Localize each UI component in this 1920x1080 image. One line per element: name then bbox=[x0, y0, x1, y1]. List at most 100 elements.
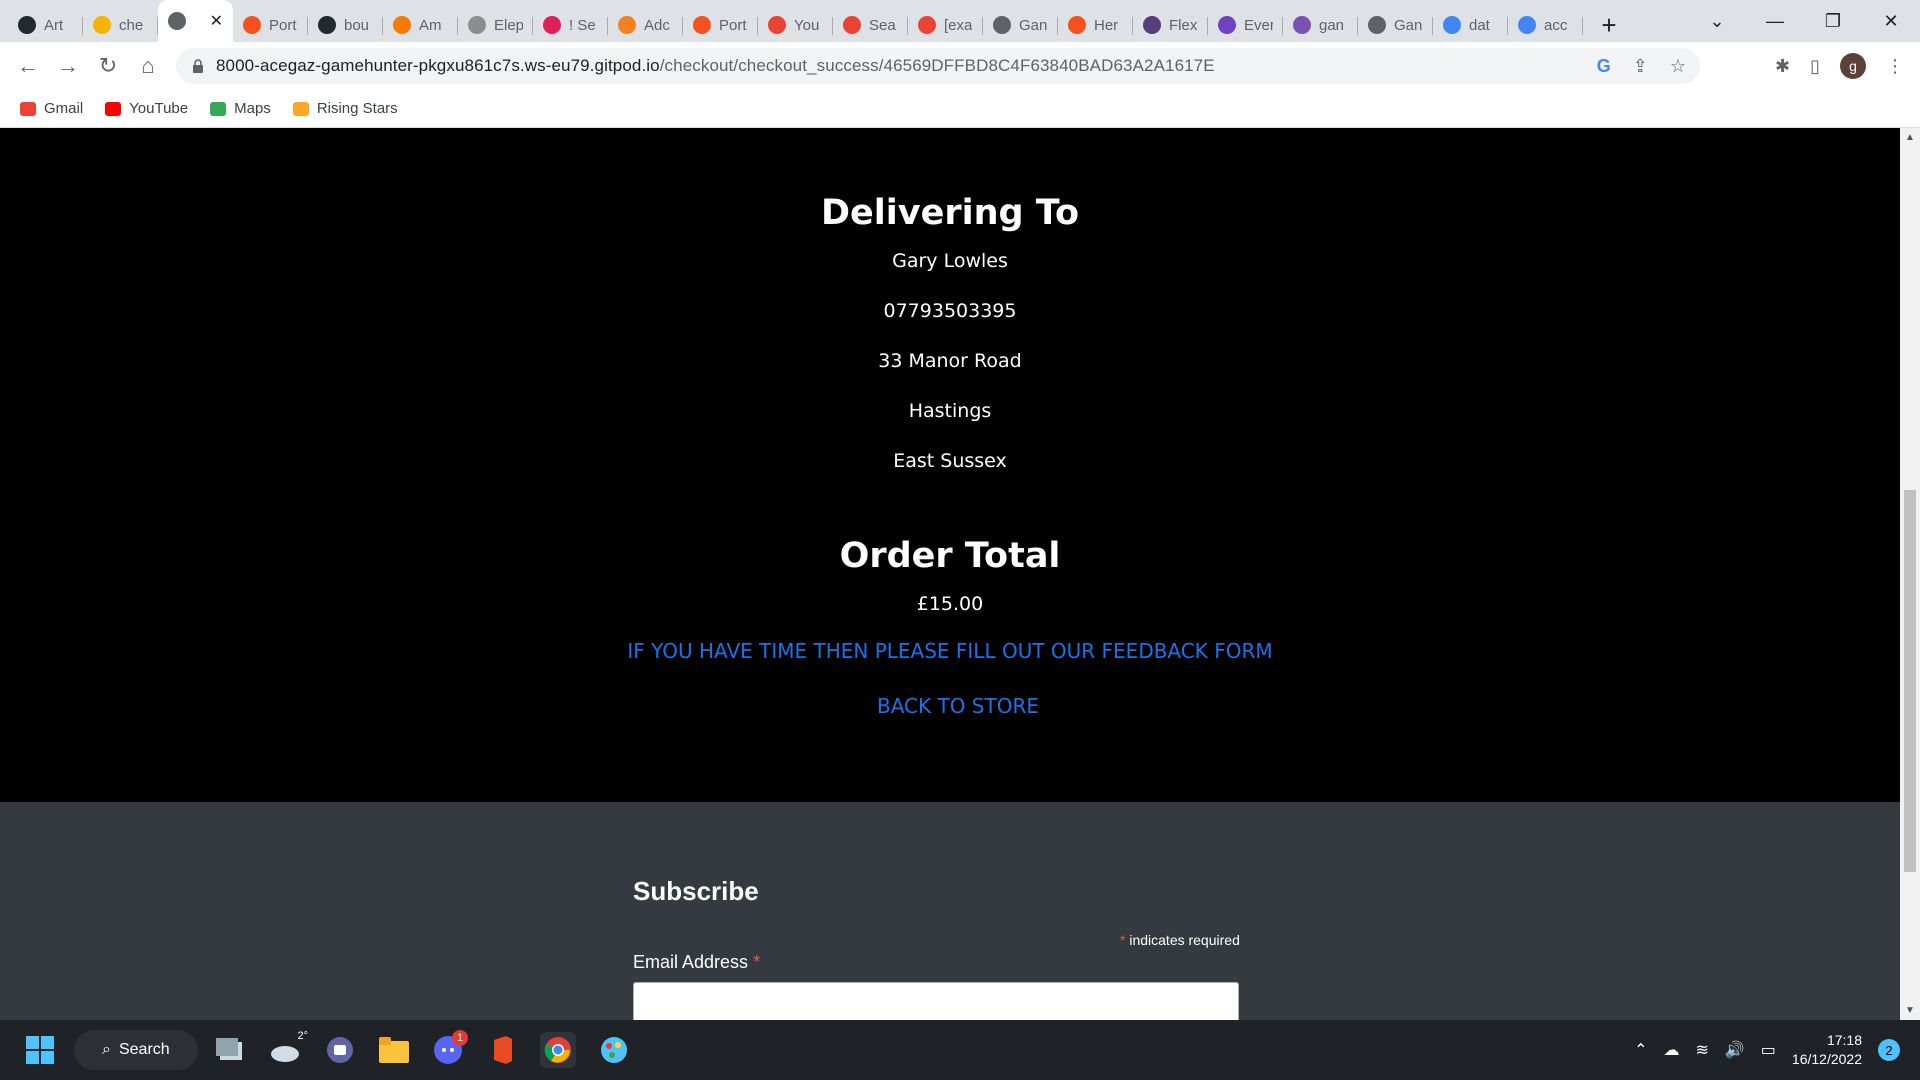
browser-tab[interactable]: bou bbox=[308, 8, 383, 42]
circle-icon bbox=[1068, 16, 1086, 34]
system-tray: ⌃ ☁ ≋ 🔊 ▭ 17:18 16/12/2022 2 bbox=[1634, 1020, 1900, 1080]
tab-title: ! Se bbox=[569, 16, 596, 34]
browser-tab[interactable]: [exa bbox=[908, 8, 983, 42]
circle-icon bbox=[243, 16, 261, 34]
google-translate-icon[interactable]: G bbox=[1597, 56, 1611, 77]
share-icon[interactable]: ⇪ bbox=[1633, 56, 1648, 77]
paint-icon[interactable] bbox=[596, 1032, 632, 1068]
bookmark-label: YouTube bbox=[129, 100, 189, 117]
back-icon[interactable]: ← bbox=[8, 53, 48, 79]
browser-tab[interactable]: acc bbox=[1508, 8, 1583, 42]
forward-icon[interactable]: → bbox=[48, 53, 88, 79]
browser-tab[interactable]: Sea bbox=[833, 8, 908, 42]
tab-title: Ever bbox=[1244, 16, 1273, 34]
new-tab-button[interactable]: + bbox=[1589, 8, 1629, 42]
url-text[interactable]: 8000-acegaz-gamehunter-pkgxu861c7s.ws-eu… bbox=[216, 56, 1215, 76]
scrollbar-thumb[interactable] bbox=[1904, 490, 1916, 872]
notification-badge[interactable]: 2 bbox=[1878, 1039, 1900, 1061]
h-icon bbox=[1293, 16, 1311, 34]
browser-tab[interactable]: Port bbox=[683, 8, 758, 42]
browser-tab[interactable]: Adc bbox=[608, 8, 683, 42]
browser-tab[interactable]: ! Se bbox=[533, 8, 608, 42]
bookmark-item[interactable]: Rising Stars bbox=[292, 100, 398, 117]
wifi-icon[interactable]: ≋ bbox=[1695, 1040, 1708, 1060]
extensions-icon[interactable]: ✱ bbox=[1775, 56, 1790, 77]
restore-button[interactable]: ❐ bbox=[1804, 11, 1862, 32]
bookmark-label: Maps bbox=[234, 100, 271, 117]
windows-start-icon[interactable] bbox=[22, 1032, 58, 1068]
tab-list: Art che ✕ Port bou Am Elep ! Se Adc Port You Sea [ex… bbox=[0, 0, 1583, 42]
email-input[interactable] bbox=[633, 982, 1239, 1020]
browser-tab[interactable]: ✕ bbox=[158, 0, 233, 42]
browser-tab[interactable]: Elep bbox=[458, 8, 533, 42]
tab-title: bou bbox=[344, 16, 370, 34]
teams-chat-icon[interactable] bbox=[322, 1032, 358, 1068]
close-window-button[interactable]: ✕ bbox=[1862, 11, 1920, 32]
globe-icon bbox=[168, 12, 186, 30]
email-label: Email Address * bbox=[633, 952, 760, 973]
browser-tab[interactable]: You bbox=[758, 8, 833, 42]
tab-search-icon[interactable]: ⌄ bbox=[1688, 11, 1746, 32]
show-hidden-icons-icon[interactable]: ⌃ bbox=[1634, 1040, 1647, 1060]
elephant-icon bbox=[468, 16, 486, 34]
lock-icon[interactable] bbox=[192, 59, 204, 73]
taskbar-search-label: Search bbox=[118, 1041, 170, 1058]
slack-icon bbox=[543, 16, 561, 34]
bookmark-star-icon[interactable]: ☆ bbox=[1670, 56, 1686, 77]
github-icon bbox=[318, 16, 336, 34]
page-viewport: Delivering To Gary Lowles 07793503395 33… bbox=[0, 128, 1900, 1020]
tab-title: You bbox=[794, 16, 820, 34]
browser-tab[interactable]: Art bbox=[8, 8, 83, 42]
tab-title: Art bbox=[44, 16, 64, 34]
bookmark-item[interactable]: Maps bbox=[210, 100, 271, 117]
feedback-form-link[interactable]: If you have time then please fill out ou… bbox=[627, 639, 1272, 663]
bookmark-item[interactable]: YouTube bbox=[105, 100, 188, 117]
url-host: 8000-acegaz-gamehunter-pkgxu861c7s.ws-eu… bbox=[216, 56, 660, 75]
browser-tab[interactable]: gan bbox=[1283, 8, 1358, 42]
weather-widget-icon[interactable]: 2° bbox=[268, 1030, 308, 1068]
office-icon[interactable] bbox=[484, 1032, 520, 1068]
address-bar[interactable]: 8000-acegaz-gamehunter-pkgxu861c7s.ws-eu… bbox=[176, 48, 1700, 84]
globe-icon bbox=[1368, 16, 1386, 34]
subscribe-footer: Subscribe * indicates required Email Add… bbox=[0, 802, 1900, 1020]
back-to-store-link[interactable]: Back to store bbox=[877, 694, 1039, 718]
email-label-text: Email Address bbox=[633, 952, 749, 972]
page-scrollbar[interactable]: ▲ ▼ bbox=[1900, 128, 1920, 1020]
browser-tab[interactable]: Her bbox=[1058, 8, 1133, 42]
browser-tab[interactable]: Am bbox=[383, 8, 458, 42]
close-tab-icon[interactable]: ✕ bbox=[210, 11, 223, 31]
chrome-icon[interactable] bbox=[540, 1032, 576, 1068]
browser-tab[interactable]: Flex bbox=[1133, 8, 1208, 42]
order-total-heading: Order Total bbox=[839, 536, 1061, 576]
menu-icon[interactable]: ⋮ bbox=[1886, 56, 1904, 77]
browser-tab[interactable]: Ever bbox=[1208, 8, 1283, 42]
taskbar-search[interactable]: ⌕ Search bbox=[74, 1030, 198, 1070]
browser-tab[interactable]: Gan bbox=[983, 8, 1058, 42]
onedrive-icon[interactable]: ☁ bbox=[1663, 1040, 1679, 1060]
bookmark-item[interactable]: Gmail bbox=[20, 100, 83, 117]
scroll-down-arrow[interactable]: ▼ bbox=[1900, 1005, 1920, 1016]
side-panel-icon[interactable]: ▯ bbox=[1810, 56, 1820, 77]
browser-tab[interactable]: dat bbox=[1433, 8, 1508, 42]
reload-icon[interactable]: ↻ bbox=[88, 53, 128, 79]
tab-title: Adc bbox=[644, 16, 670, 34]
tab-title: che bbox=[119, 16, 144, 34]
clock[interactable]: 17:18 16/12/2022 bbox=[1792, 1031, 1862, 1069]
task-view-icon[interactable] bbox=[212, 1032, 248, 1068]
star-icon bbox=[292, 101, 309, 116]
browser-tab[interactable]: che bbox=[83, 8, 158, 42]
minimize-button[interactable]: — bbox=[1746, 11, 1804, 32]
volume-icon[interactable]: 🔊 bbox=[1725, 1040, 1745, 1060]
discord-badge: 1 bbox=[452, 1030, 468, 1046]
browser-tab[interactable]: Gan bbox=[1358, 8, 1433, 42]
tab-title: acc bbox=[1544, 16, 1568, 34]
tab-title: dat bbox=[1469, 16, 1490, 34]
scroll-up-arrow[interactable]: ▲ bbox=[1900, 132, 1920, 143]
search-icon: ⌕ bbox=[102, 1041, 111, 1058]
battery-icon[interactable]: ▭ bbox=[1761, 1040, 1776, 1060]
home-icon[interactable]: ⌂ bbox=[128, 53, 168, 79]
browser-tab[interactable]: Port bbox=[233, 8, 308, 42]
discord-icon[interactable]: 1 bbox=[430, 1030, 468, 1068]
file-explorer-icon[interactable] bbox=[376, 1032, 412, 1068]
profile-avatar[interactable]: g bbox=[1840, 53, 1866, 79]
